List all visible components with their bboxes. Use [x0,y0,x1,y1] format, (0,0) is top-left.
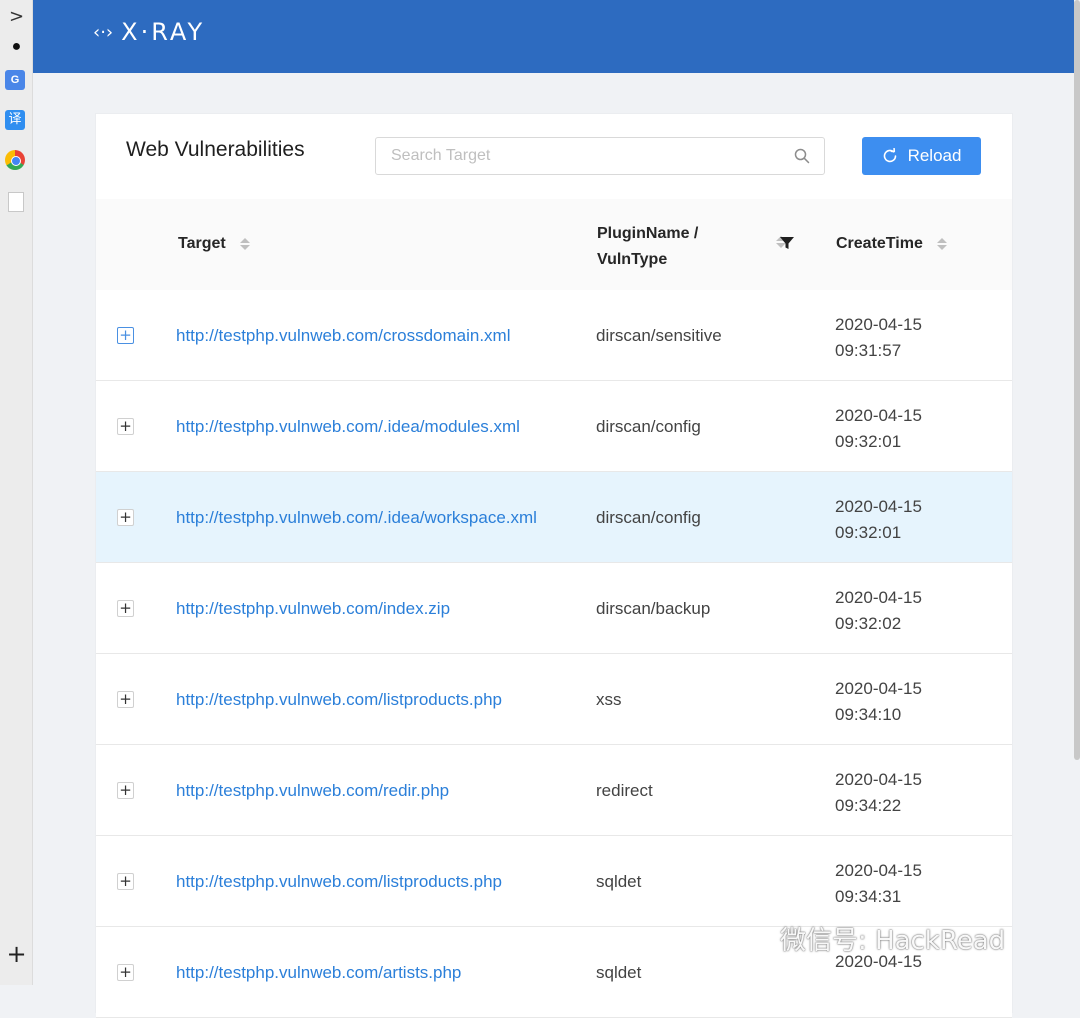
createtime-cell: 2020-04-15 09:34:10 [835,679,922,724]
plugin-cell: dirscan/backup [596,599,711,618]
target-link[interactable]: http://testphp.vulnweb.com/crossdomain.x… [176,326,510,346]
chevron-right-icon[interactable]: > [0,6,33,27]
plugin-cell: xss [596,690,622,709]
table-header: Target PluginName / VulnType CreateTime [96,199,1012,291]
target-link[interactable]: http://testphp.vulnweb.com/.idea/workspa… [176,508,537,528]
table-row[interactable]: + http://testphp.vulnweb.com/.idea/modul… [96,381,1012,472]
filter-icon[interactable] [779,235,795,251]
expand-row-button[interactable]: + [117,782,134,799]
createtime-cell: 2020-04-15 09:32:01 [835,406,922,451]
scrollbar-thumb[interactable] [1074,0,1080,760]
browser-extension-icon[interactable] [5,150,25,170]
logo-mark-icon: ‹·› [93,22,114,43]
app-header: ‹·› X·RAY [33,0,1074,73]
table-row[interactable]: + http://testphp.vulnweb.com/crossdomain… [96,290,1012,381]
expand-row-button[interactable]: + [117,418,134,435]
document-icon[interactable] [8,192,24,212]
dot-icon: ● [11,38,22,55]
plugin-cell: sqldet [596,963,642,982]
table-row[interactable]: + http://testphp.vulnweb.com/listproduct… [96,654,1012,745]
createtime-cell: 2020-04-15 09:32:01 [835,497,922,542]
plugin-cell: redirect [596,781,653,800]
search-icon[interactable] [794,148,810,164]
scrollbar-track[interactable] [1074,0,1080,985]
column-plugin-label-line1: PluginName / [597,225,699,242]
column-header-plugin[interactable]: PluginName / VulnType [597,221,698,273]
sort-icon[interactable] [937,237,948,250]
target-link[interactable]: http://testphp.vulnweb.com/redir.php [176,781,449,801]
expand-row-button[interactable]: + [117,691,134,708]
search-input[interactable] [389,146,783,166]
expand-row-button[interactable]: + [117,600,134,617]
column-plugin-label-line2: VulnType [597,251,668,268]
column-header-target[interactable]: Target [178,235,251,253]
table-row[interactable]: + http://testphp.vulnweb.com/listproduct… [96,836,1012,927]
sort-icon[interactable] [240,237,251,250]
table-row[interactable]: + http://testphp.vulnweb.com/index.zip d… [96,563,1012,654]
plugin-cell: dirscan/config [596,417,701,436]
wechat-watermark: 微信号: HackRead [780,926,1006,956]
plugin-cell: dirscan/config [596,508,701,527]
plugin-cell: dirscan/sensitive [596,326,722,345]
reload-button[interactable]: Reload [862,137,981,175]
expand-row-button[interactable]: + [117,964,134,981]
add-icon[interactable]: + [0,940,33,968]
page-title: Web Vulnerabilities [126,138,305,161]
target-link[interactable]: http://testphp.vulnweb.com/artists.php [176,963,461,983]
xray-logo[interactable]: ‹·› X·RAY [93,18,205,46]
google-translate-icon[interactable]: G [5,70,25,90]
plugin-cell: sqldet [596,872,642,891]
logo-text: X·RAY [121,18,206,46]
table-row[interactable]: + http://testphp.vulnweb.com/redir.php r… [96,745,1012,836]
target-link[interactable]: http://testphp.vulnweb.com/listproducts.… [176,872,502,892]
column-time-label: CreateTime [836,235,923,252]
createtime-cell: 2020-04-15 09:31:57 [835,315,922,360]
createtime-cell: 2020-04-15 09:32:02 [835,588,922,633]
expand-row-button[interactable]: + [117,509,134,526]
createtime-cell: 2020-04-15 09:34:31 [835,861,922,906]
column-header-createtime[interactable]: CreateTime [836,235,948,253]
column-target-label: Target [178,235,226,252]
reload-icon [883,148,896,163]
target-link[interactable]: http://testphp.vulnweb.com/.idea/modules… [176,417,520,437]
target-link[interactable]: http://testphp.vulnweb.com/listproducts.… [176,690,502,710]
browser-side-strip: > ● G 译 + [0,0,33,985]
vulnerabilities-card: Web Vulnerabilities Reload Target Plugin… [95,113,1013,1018]
translate-icon[interactable]: 译 [5,110,25,130]
expand-row-button[interactable]: + [117,873,134,890]
reload-label: Reload [907,146,962,165]
createtime-cell: 2020-04-15 09:34:22 [835,770,922,815]
target-link[interactable]: http://testphp.vulnweb.com/index.zip [176,599,450,619]
search-box[interactable] [375,137,825,175]
expand-row-button[interactable]: + [117,327,134,344]
table-row[interactable]: + http://testphp.vulnweb.com/.idea/works… [96,472,1012,563]
